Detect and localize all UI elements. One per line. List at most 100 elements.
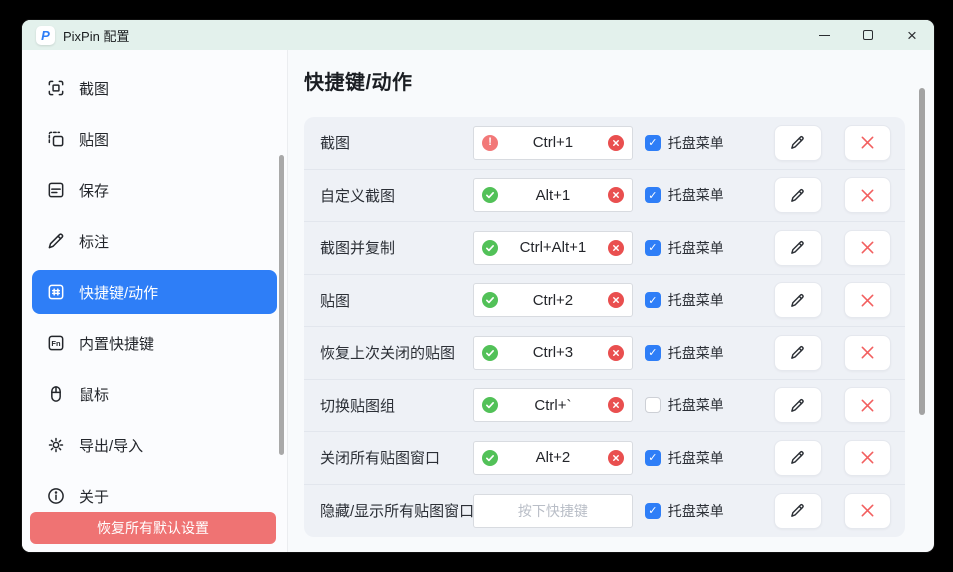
tray-menu-label: 托盘菜单 [668,290,724,310]
sidebar-item-label: 关于 [79,486,109,507]
hotkey-value: Ctrl+1 [498,134,608,151]
title-bar[interactable]: P PixPin 配置 × [22,20,934,50]
hotkey-row-label: 截图 [320,132,473,153]
delete-hotkey-button[interactable] [844,177,891,213]
sidebar-item-label: 导出/导入 [79,435,143,456]
builtin-hotkeys-icon: Fn [46,333,66,353]
hotkey-value: 按下快捷键 [482,501,624,521]
hotkey-input[interactable]: Ctrl+` [473,388,633,422]
hotkeys-icon [46,282,66,302]
sidebar-item-screenshot[interactable]: 截图 [32,66,277,110]
delete-x-icon [860,135,875,150]
delete-hotkey-button[interactable] [844,125,891,161]
clear-hotkey-icon[interactable] [608,397,624,413]
delete-hotkey-button[interactable] [844,282,891,318]
hotkey-value: Ctrl+` [498,397,608,414]
ok-icon [482,240,498,256]
pencil-icon [789,134,806,151]
tray-menu-label: 托盘菜单 [668,395,724,415]
sidebar-item-annotate[interactable]: 标注 [32,219,277,263]
ok-icon [482,345,498,361]
hotkey-row-label: 恢复上次关闭的贴图 [320,342,473,363]
tray-checkbox[interactable] [645,397,661,413]
edit-hotkey-button[interactable] [774,125,821,161]
pencil-icon [789,187,806,204]
pencil-icon [789,292,806,309]
tray-menu-label: 托盘菜单 [668,501,724,521]
tray-checkbox[interactable] [645,240,661,256]
hotkey-input[interactable]: Ctrl+Alt+1 [473,231,633,265]
pencil-icon [789,502,806,519]
main-scrollbar[interactable] [919,88,925,415]
tray-checkbox[interactable] [645,135,661,151]
tray-checkbox[interactable] [645,450,661,466]
tray-checkbox[interactable] [645,345,661,361]
hotkey-row: 截图 Ctrl+1 托盘菜单 [304,117,905,170]
tray-menu-label: 托盘菜单 [668,133,724,153]
hotkey-row: 贴图 Ctrl+2 托盘菜单 [304,275,905,328]
sidebar-item-save[interactable]: 保存 [32,168,277,212]
tray-menu-option: 托盘菜单 [645,238,757,258]
annotate-icon [46,231,66,251]
clear-hotkey-icon[interactable] [608,240,624,256]
clear-hotkey-icon[interactable] [608,450,624,466]
delete-x-icon [860,345,875,360]
tray-checkbox[interactable] [645,187,661,203]
hotkey-input[interactable]: 按下快捷键 [473,494,633,528]
clear-hotkey-icon[interactable] [608,345,624,361]
maximize-icon [863,30,873,40]
tray-menu-option: 托盘菜单 [645,185,757,205]
window-controls: × [802,20,934,50]
main-panel: 快捷键/动作 截图 Ctrl+1 托盘菜单 自定义截图 [288,50,934,552]
sidebar-item-label: 截图 [79,78,109,99]
clear-hotkey-icon[interactable] [608,292,624,308]
edit-hotkey-button[interactable] [774,177,821,213]
tray-menu-label: 托盘菜单 [668,238,724,258]
hotkey-input[interactable]: Ctrl+2 [473,283,633,317]
edit-hotkey-button[interactable] [774,282,821,318]
tray-checkbox[interactable] [645,292,661,308]
hotkey-input[interactable]: Ctrl+1 [473,126,633,160]
hotkey-input[interactable]: Alt+1 [473,178,633,212]
edit-hotkey-button[interactable] [774,230,821,266]
delete-hotkey-button[interactable] [844,440,891,476]
sidebar-item-export-import[interactable]: 导出/导入 [32,423,277,467]
edit-hotkey-button[interactable] [774,387,821,423]
delete-hotkey-button[interactable] [844,230,891,266]
pin-image-icon [46,129,66,149]
tray-menu-option: 托盘菜单 [645,448,757,468]
maximize-button[interactable] [846,20,890,50]
clear-hotkey-icon[interactable] [608,187,624,203]
tray-menu-label: 托盘菜单 [668,448,724,468]
edit-hotkey-button[interactable] [774,335,821,371]
hotkey-row: 自定义截图 Alt+1 托盘菜单 [304,170,905,223]
tray-checkbox[interactable] [645,503,661,519]
edit-hotkey-button[interactable] [774,493,821,529]
hotkey-input[interactable]: Alt+2 [473,441,633,475]
mouse-icon [46,384,66,404]
delete-x-icon [860,240,875,255]
delete-x-icon [860,293,875,308]
pixpin-config-window: P PixPin 配置 × 截图 贴图 [22,20,934,552]
ok-icon [482,187,498,203]
export-import-icon [46,435,66,455]
app-logo: P [36,26,55,45]
delete-hotkey-button[interactable] [844,387,891,423]
sidebar-scrollbar[interactable] [279,155,284,455]
sidebar-item-pin-image[interactable]: 贴图 [32,117,277,161]
delete-hotkey-button[interactable] [844,493,891,529]
hotkey-row: 关闭所有贴图窗口 Alt+2 托盘菜单 [304,432,905,485]
sidebar-item-mouse[interactable]: 鼠标 [32,372,277,416]
sidebar: 截图 贴图 保存 标注 [22,50,288,552]
close-button[interactable]: × [890,20,934,50]
restore-defaults-button[interactable]: 恢复所有默认设置 [30,512,276,544]
hotkey-row-label: 自定义截图 [320,185,473,206]
delete-hotkey-button[interactable] [844,335,891,371]
edit-hotkey-button[interactable] [774,440,821,476]
sidebar-item-hotkeys[interactable]: 快捷键/动作 [32,270,277,314]
clear-hotkey-icon[interactable] [608,135,624,151]
hotkey-input[interactable]: Ctrl+3 [473,336,633,370]
delete-x-icon [860,503,875,518]
minimize-button[interactable] [802,20,846,50]
sidebar-item-builtin-hotkeys[interactable]: Fn 内置快捷键 [32,321,277,365]
